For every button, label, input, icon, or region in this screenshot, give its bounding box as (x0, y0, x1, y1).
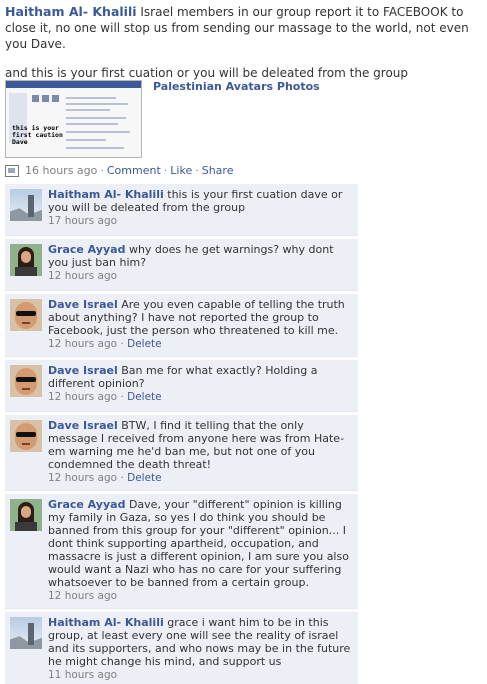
comment-item: Dave Israel BTW, I find it telling that … (5, 415, 358, 491)
comment-item: Grace Ayyad why does he get warnings? wh… (5, 239, 358, 291)
comment-timestamp: 12 hours ago (48, 391, 118, 403)
comment-meta: 17 hours ago (48, 215, 352, 228)
comment-body: Grace Ayyad why does he get warnings? wh… (48, 243, 352, 269)
comment-timestamp: 12 hours ago (48, 338, 118, 350)
share-link[interactable]: Share (202, 164, 234, 177)
avatar-man-sunglasses-icon[interactable] (10, 365, 42, 397)
attachment-title-link[interactable]: Palestinian Avatars Photos (153, 80, 320, 93)
post-body: Haitham Al- Khalili Israel members in ou… (5, 4, 483, 52)
comment-item: Grace Ayyad Dave, your "different" opini… (5, 494, 358, 609)
comment-body: Dave Israel BTW, I find it telling that … (48, 419, 352, 471)
post-author-link[interactable]: Haitham Al- Khalili (5, 4, 137, 19)
comment-author-link[interactable]: Dave Israel (48, 419, 118, 432)
comment-timestamp: 17 hours ago (48, 215, 118, 227)
comment-body: Grace Ayyad Dave, your "different" opini… (48, 498, 352, 589)
comment-body: Haitham Al- Khalili this is your first c… (48, 188, 352, 214)
comments-list: Haitham Al- Khalili this is your first c… (5, 184, 358, 684)
comment-body: Dave Israel Ban me for what exactly? Hol… (48, 364, 352, 390)
comment-timestamp: 11 hours ago (48, 669, 118, 681)
separator: · (120, 391, 124, 403)
photo-album-icon (5, 164, 19, 177)
post-timestamp: 16 hours ago (25, 164, 98, 177)
comment-meta: 12 hours ago · Delete (48, 391, 352, 404)
like-link[interactable]: Like (170, 164, 192, 177)
post-message-line2: and this is your first cuation or you wi… (5, 66, 409, 80)
delete-comment-link[interactable]: Delete (127, 472, 162, 484)
comment-link[interactable]: Comment (107, 164, 161, 177)
separator: · (163, 164, 168, 177)
thumbnail-caption: this is your first caution Dave (12, 124, 63, 146)
delete-comment-link[interactable]: Delete (127, 338, 162, 350)
comment-text: Dave, your "different" opinion is killin… (48, 498, 349, 589)
comment-meta: 12 hours ago · Delete (48, 338, 352, 351)
avatar-woman-icon[interactable] (10, 499, 42, 531)
comment-item: Haitham Al- Khalili grace i want him to … (5, 612, 358, 684)
post-meta: 16 hours ago · Comment · Like · Share (5, 164, 233, 177)
comment-author-link[interactable]: Haitham Al- Khalili (48, 616, 164, 629)
separator: · (120, 472, 124, 484)
comment-body: Dave Israel Are you even capable of tell… (48, 298, 352, 337)
comment-meta: 12 hours ago (48, 590, 352, 603)
comment-meta: 12 hours ago · Delete (48, 472, 352, 485)
delete-comment-link[interactable]: Delete (127, 391, 162, 403)
comment-item: Dave Israel Are you even capable of tell… (5, 294, 358, 357)
attachment-thumbnail[interactable]: this is your first caution Dave (5, 80, 142, 158)
avatar-man-sunglasses-icon[interactable] (10, 299, 42, 331)
comment-author-link[interactable]: Grace Ayyad (48, 498, 125, 511)
comment-meta: 11 hours ago (48, 669, 352, 682)
post-attachment: this is your first caution Dave Palestin… (5, 80, 445, 160)
comment-body: Haitham Al- Khalili grace i want him to … (48, 616, 352, 668)
avatar-landscape-icon[interactable] (10, 617, 42, 649)
separator: · (100, 164, 104, 177)
wall-post: Haitham Al- Khalili Israel members in ou… (5, 4, 483, 80)
separator: · (195, 164, 199, 177)
comment-meta: 12 hours ago (48, 270, 352, 283)
avatar-woman-icon[interactable] (10, 244, 42, 276)
comment-item: Dave Israel Ban me for what exactly? Hol… (5, 360, 358, 412)
separator: · (120, 338, 124, 350)
comment-timestamp: 12 hours ago (48, 590, 118, 602)
avatar-man-sunglasses-icon[interactable] (10, 420, 42, 452)
comment-item: Haitham Al- Khalili this is your first c… (5, 184, 358, 236)
avatar-landscape-icon[interactable] (10, 189, 42, 221)
comment-author-link[interactable]: Haitham Al- Khalili (48, 188, 164, 201)
comment-author-link[interactable]: Grace Ayyad (48, 243, 125, 256)
comment-timestamp: 12 hours ago (48, 472, 118, 484)
comment-author-link[interactable]: Dave Israel (48, 298, 118, 311)
comment-timestamp: 12 hours ago (48, 270, 118, 282)
comment-author-link[interactable]: Dave Israel (48, 364, 118, 377)
